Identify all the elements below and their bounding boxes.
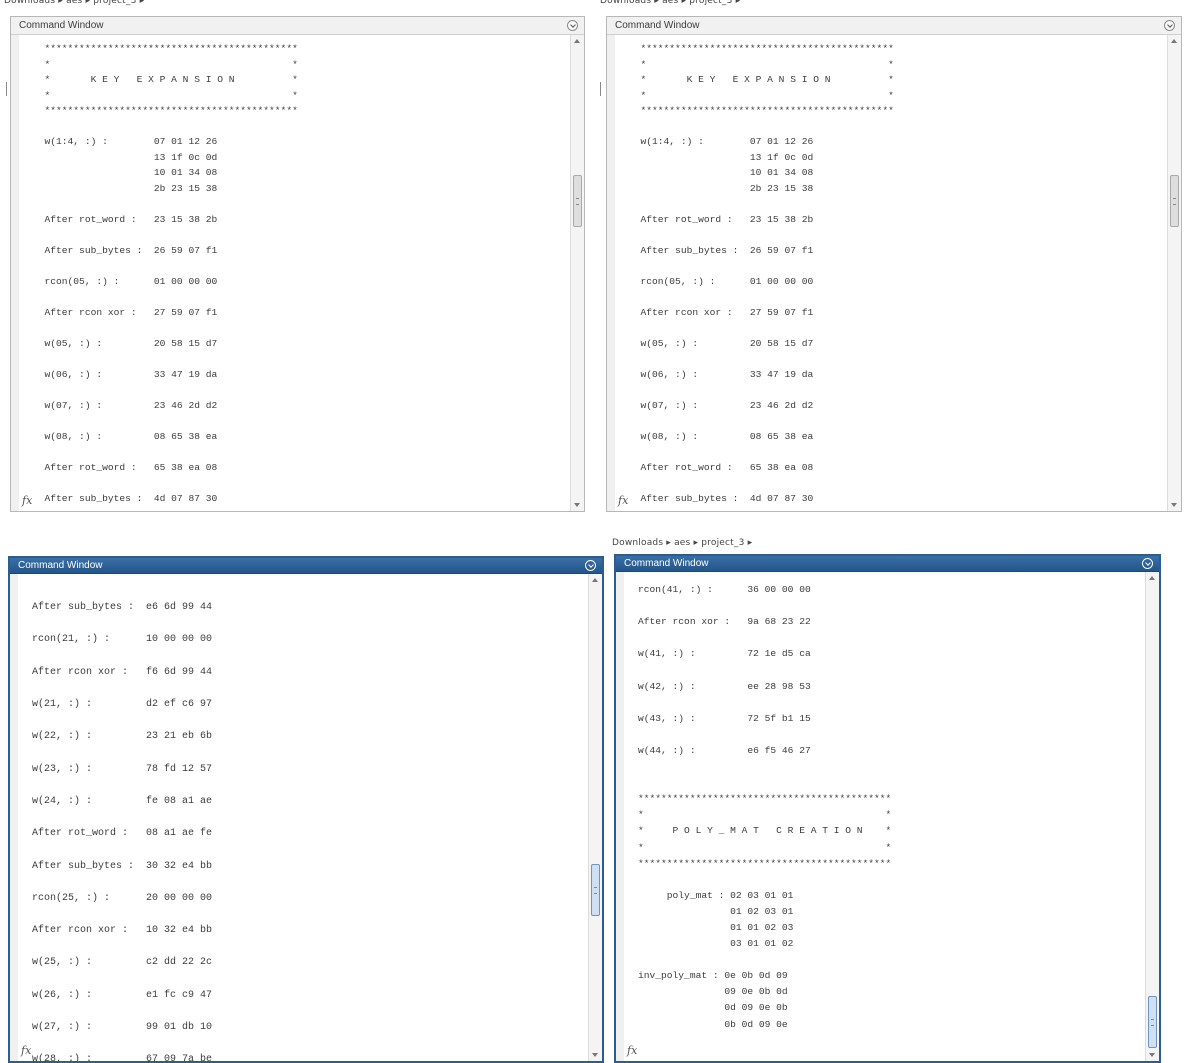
console-text: rcon(41, :) : 36 00 00 00 After rcon xor… [638, 584, 892, 1030]
command-window-top-right: Command Window *************************… [606, 16, 1182, 512]
command-window-top-left: Command Window *************************… [10, 16, 585, 512]
command-window-bottom-right: Command Window rcon(41, :) : 36 00 00 00… [614, 554, 1161, 1063]
console-output[interactable]: After sub_bytes : e6 6d 99 44 rcon(21, :… [10, 574, 588, 1061]
scroll-up-icon[interactable] [1149, 576, 1155, 580]
vertical-scrollbar[interactable] [1167, 35, 1181, 511]
window-options-icon[interactable] [567, 20, 578, 31]
command-window-titlebar: Command Window [10, 558, 602, 574]
fx-icon: fx [21, 1044, 32, 1057]
splitter-handle[interactable] [600, 82, 601, 96]
vertical-scrollbar[interactable] [588, 574, 602, 1061]
scroll-up-icon[interactable] [592, 578, 598, 582]
window-options-icon[interactable] [1142, 558, 1153, 569]
console-output[interactable]: ****************************************… [607, 35, 1167, 511]
window-options-icon[interactable] [1164, 20, 1175, 31]
breadcrumb-top-left[interactable]: Downloads ▸ aes ▸ project_3 ▸ [4, 0, 144, 6]
scroll-up-icon[interactable] [574, 39, 580, 43]
fx-icon: fx [618, 494, 629, 507]
scroll-down-icon[interactable] [1149, 1053, 1155, 1057]
command-window-title: Command Window [19, 20, 104, 31]
console-output[interactable]: rcon(41, :) : 36 00 00 00 After rcon xor… [616, 572, 1145, 1061]
fx-icon: fx [22, 494, 33, 507]
scroll-thumb[interactable] [573, 175, 582, 227]
command-window-titlebar: Command Window [607, 17, 1181, 35]
scroll-thumb[interactable] [591, 864, 600, 916]
scroll-up-icon[interactable] [1171, 39, 1177, 43]
console-text: After sub_bytes : e6 6d 99 44 rcon(21, :… [32, 602, 213, 1061]
command-window-title: Command Window [615, 20, 700, 31]
command-window-bottom-left: Command Window After sub_bytes : e6 6d 9… [8, 556, 604, 1063]
window-options-icon[interactable] [585, 560, 596, 571]
command-window-title: Command Window [18, 560, 103, 571]
console-text: ****************************************… [44, 43, 298, 504]
scroll-down-icon[interactable] [592, 1053, 598, 1057]
scroll-down-icon[interactable] [1171, 503, 1177, 507]
scroll-down-icon[interactable] [574, 503, 580, 507]
breadcrumb-top-right[interactable]: Downloads ▸ aes ▸ project_3 ▸ [600, 0, 740, 6]
fx-icon: fx [627, 1044, 638, 1057]
vertical-scrollbar[interactable] [1145, 572, 1159, 1061]
breadcrumb-bottom-right[interactable]: Downloads ▸ aes ▸ project_3 ▸ [612, 538, 752, 548]
scroll-thumb[interactable] [1148, 996, 1157, 1048]
splitter-handle[interactable] [6, 82, 7, 96]
console-text: ****************************************… [640, 43, 894, 504]
command-window-titlebar: Command Window [616, 556, 1159, 572]
vertical-scrollbar[interactable] [570, 35, 584, 511]
command-window-titlebar: Command Window [11, 17, 584, 35]
scroll-thumb[interactable] [1170, 175, 1179, 227]
console-output[interactable]: ****************************************… [11, 35, 570, 511]
command-window-title: Command Window [624, 558, 709, 569]
